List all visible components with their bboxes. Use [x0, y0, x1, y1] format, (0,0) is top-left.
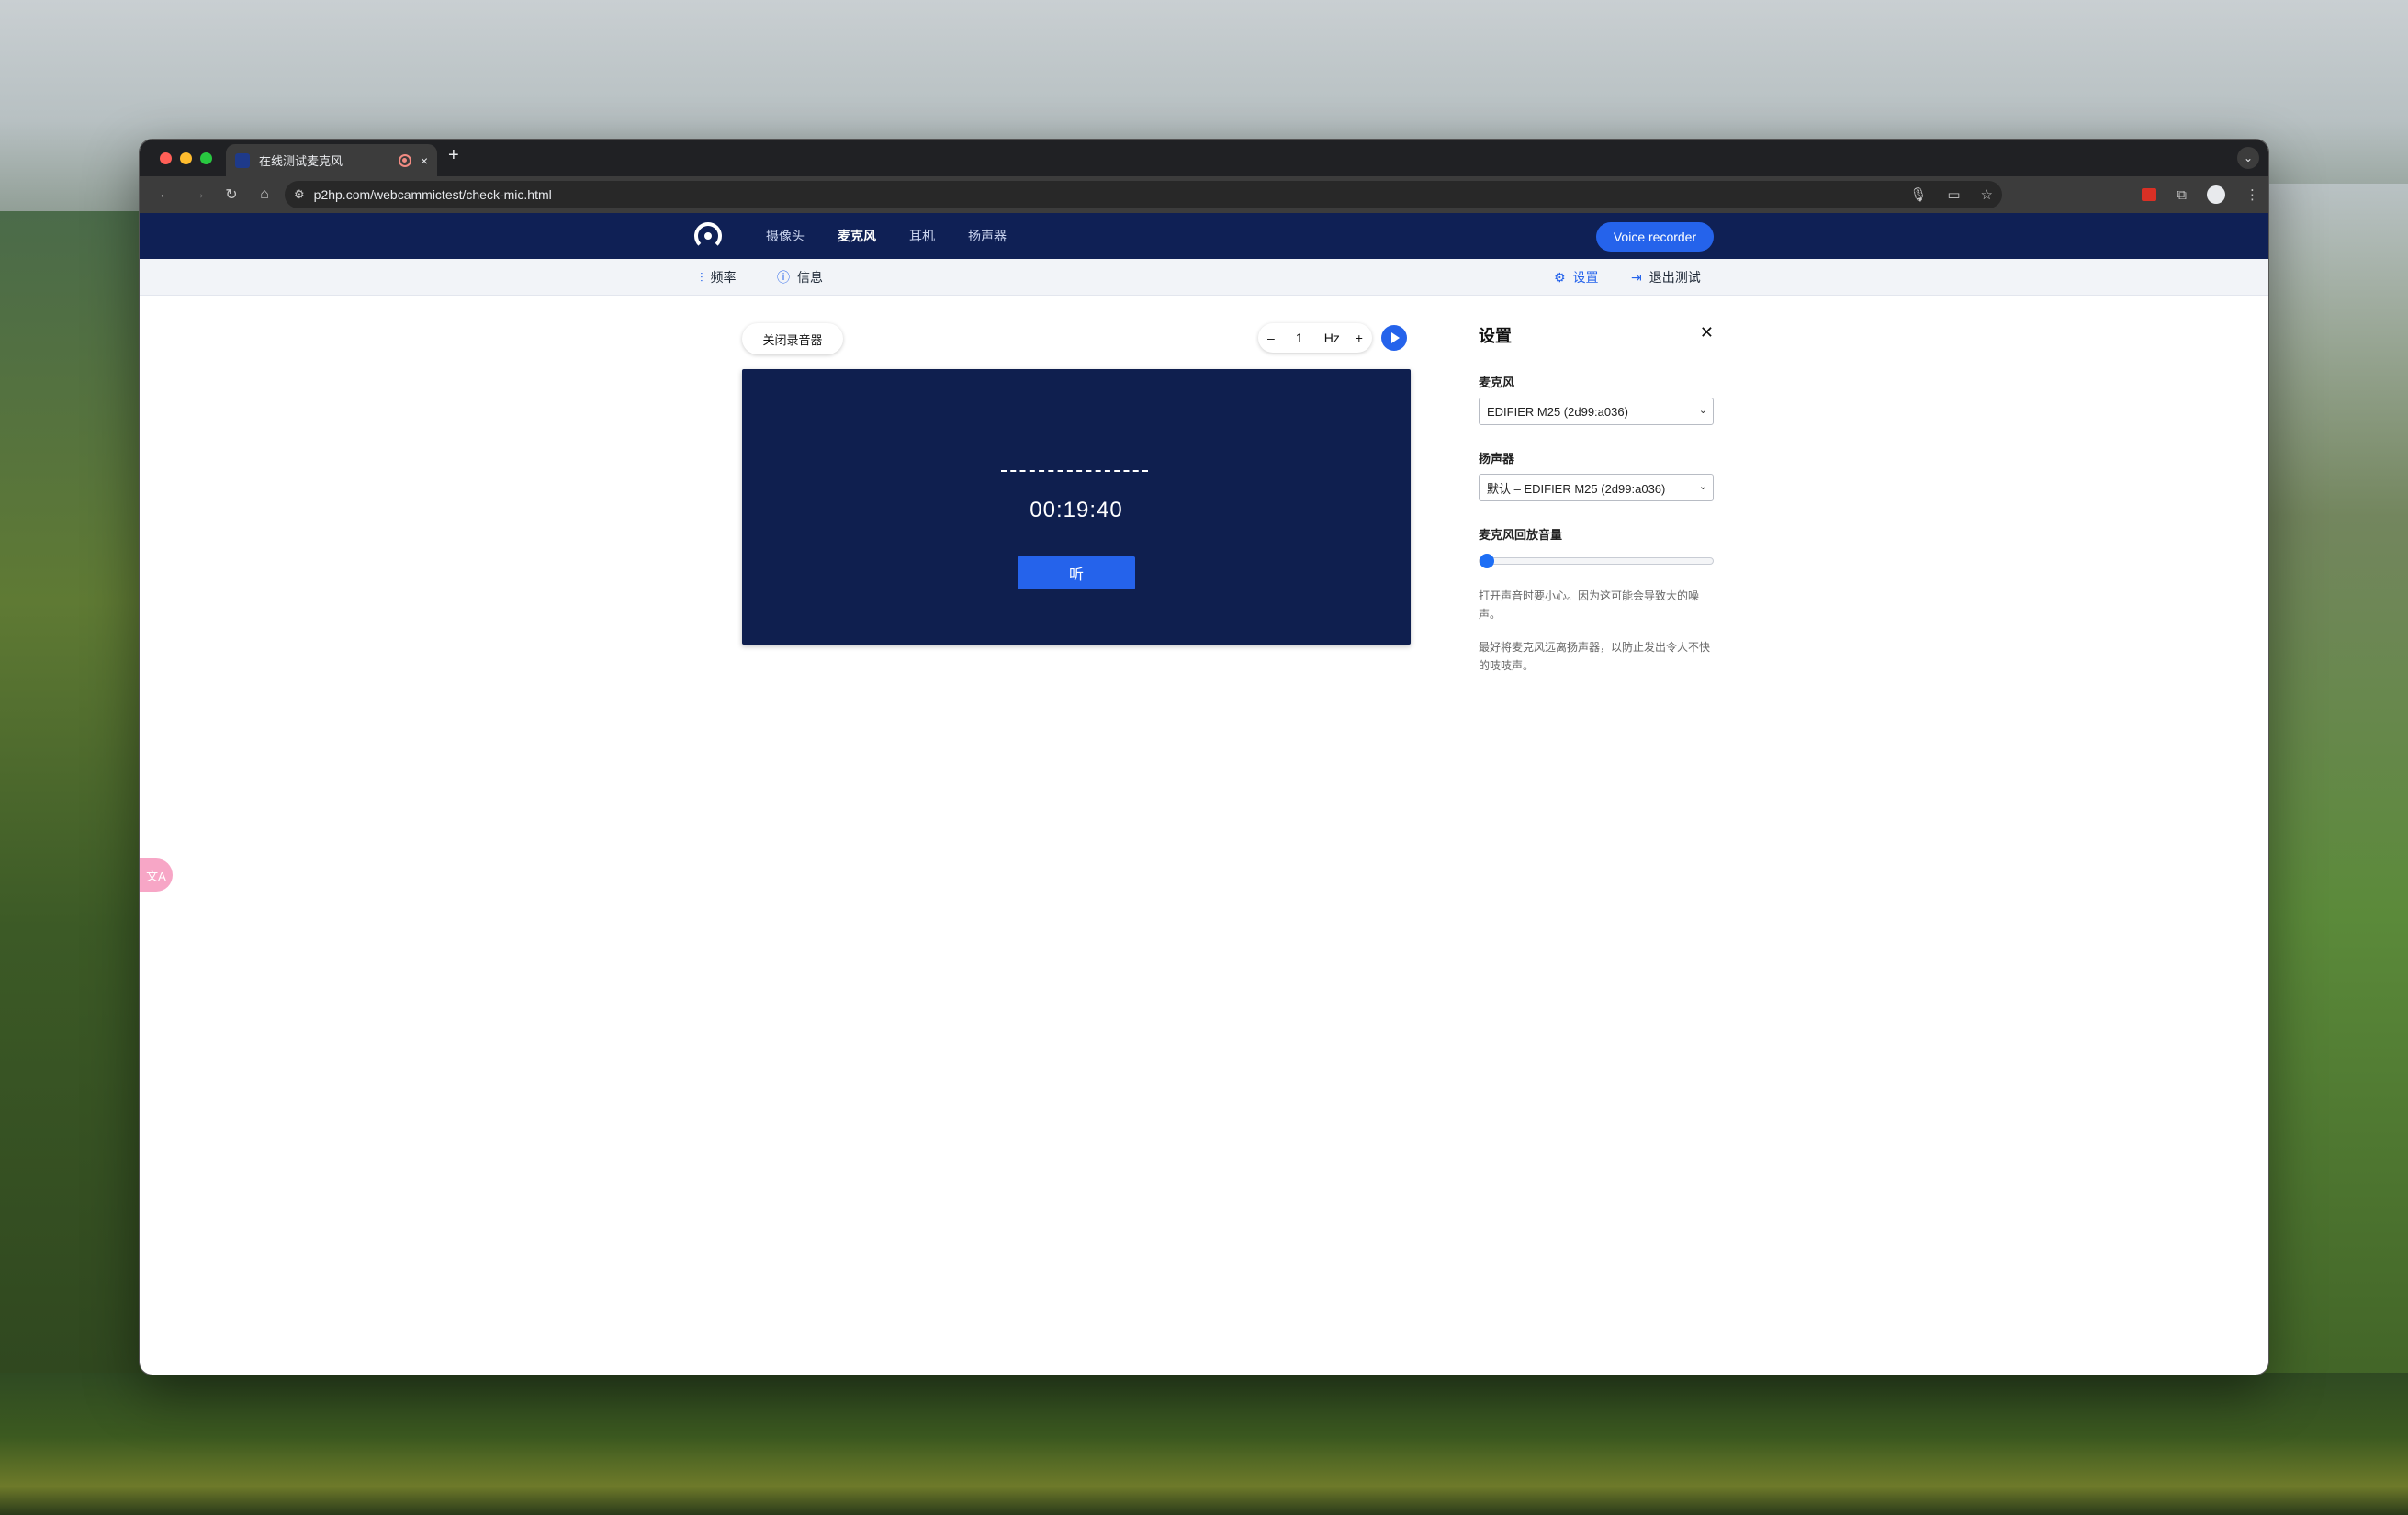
stepper-unit: Hz — [1323, 331, 1340, 345]
translate-icon[interactable]: 文A — [140, 858, 173, 892]
address-bar[interactable]: ⚙ p2hp.com/webcammictest/check-mic.html … — [285, 181, 2002, 208]
speaker-select-value: 默认 – EDIFIER M25 (2d99:a036) — [1487, 481, 1666, 496]
favicon-icon — [235, 152, 250, 168]
chevron-down-icon: ⌄ — [1698, 405, 1707, 416]
stepper-minus-button[interactable]: – — [1267, 331, 1275, 345]
browser-tab[interactable]: 在线测试麦克风 × — [226, 144, 437, 176]
playback-volume-label: 麦克风回放音量 — [1479, 528, 1563, 542]
listen-button[interactable]: 听 — [1018, 556, 1135, 589]
gear-icon: ⚙ — [1554, 269, 1566, 285]
settings-title: 设置 — [1479, 327, 1512, 345]
play-button[interactable] — [1381, 325, 1407, 351]
waveform-line — [1001, 470, 1148, 472]
voice-recorder-button[interactable]: Voice recorder — [1596, 222, 1714, 252]
mic-label: 麦克风 — [1479, 376, 1515, 389]
main-content: 关闭录音器 – 1 Hz + 00:19:40 听 设置 ✕ 麦克风 EDIFI… — [140, 296, 2268, 1375]
tab-close-button[interactable]: × — [421, 153, 428, 168]
recording-icon — [398, 153, 411, 167]
url-text[interactable]: p2hp.com/webcammictest/check-mic.html — [314, 187, 552, 202]
site-header: 摄像头 麦克风 耳机 扬声器 Voice recorder — [140, 213, 2268, 259]
speaker-select[interactable]: 默认 – EDIFIER M25 (2d99:a036) ⌄ — [1479, 474, 1714, 501]
site-logo[interactable] — [694, 222, 722, 250]
reload-button[interactable]: ↻ — [215, 181, 248, 208]
close-icon[interactable]: ✕ — [1700, 323, 1714, 342]
settings-label: 设置 — [1572, 270, 1599, 285]
forward-button[interactable]: → — [182, 181, 215, 208]
nav-headphones[interactable]: 耳机 — [909, 227, 935, 245]
minimize-window-button[interactable] — [180, 152, 192, 164]
chevron-down-icon: ⌄ — [1698, 481, 1707, 492]
cast-icon[interactable]: ▭ — [1947, 186, 1960, 203]
waveform-icon: ⫶ — [700, 269, 703, 285]
placement-note: 最好将麦克风远离扬声器，以防止发出令人不快的吱吱声。 — [1479, 641, 1711, 672]
nav-camera[interactable]: 摄像头 — [766, 227, 805, 245]
stepper-plus-button[interactable]: + — [1356, 331, 1363, 345]
slider-knob[interactable] — [1480, 554, 1494, 568]
home-button[interactable]: ⌂ — [248, 181, 281, 208]
browser-toolbar: ← → ↻ ⌂ ⚙ p2hp.com/webcammictest/check-m… — [140, 176, 2268, 213]
frequency-stepper: – 1 Hz + — [1258, 323, 1372, 353]
mic-select-value: EDIFIER M25 (2d99:a036) — [1487, 404, 1628, 419]
nav-speaker[interactable]: 扬声器 — [968, 227, 1007, 245]
maximize-window-button[interactable] — [200, 152, 212, 164]
menu-dots-icon[interactable]: ⋮ — [2245, 186, 2259, 203]
microphone-icon[interactable]: 🎙 — [1909, 186, 1927, 203]
browser-window: 在线测试麦克风 × + ⌄ ← → ↻ ⌂ ⚙ p2hp.com/webcamm… — [140, 140, 2268, 1375]
audio-visualizer: 00:19:40 听 — [742, 369, 1411, 645]
exit-icon: ⇥ — [1631, 269, 1642, 285]
settings-tab[interactable]: ⚙ 设置 — [1554, 259, 1599, 296]
back-button[interactable]: ← — [149, 181, 182, 208]
frequency-label: 频率 — [710, 270, 737, 285]
site-nav: 摄像头 麦克风 耳机 扬声器 — [766, 213, 1007, 259]
stepper-value[interactable]: 1 — [1290, 331, 1309, 345]
wallpaper-bottom — [0, 1373, 2408, 1515]
tab-strip: 在线测试麦克风 × + ⌄ — [140, 140, 2268, 176]
nav-microphone[interactable]: 麦克风 — [838, 227, 876, 245]
playback-volume-slider[interactable] — [1479, 554, 1714, 568]
info-tab[interactable]: ⓘ 信息 — [777, 259, 823, 296]
exit-test-tab[interactable]: ⇥ 退出测试 — [1631, 259, 1701, 296]
site-info-icon[interactable]: ⚙ — [294, 187, 305, 202]
warning-note: 打开声音时要小心。因为这可能会导致大的噪声。 — [1479, 589, 1700, 621]
bookmark-star-icon[interactable]: ☆ — [1981, 186, 1993, 203]
extension-icon[interactable] — [2142, 188, 2157, 201]
exit-label: 退出测试 — [1648, 270, 1701, 285]
speaker-label: 扬声器 — [1479, 452, 1515, 466]
info-label: 信息 — [797, 270, 823, 285]
wallpaper-right — [2261, 184, 2408, 1515]
tab-title: 在线测试麦克风 — [259, 154, 343, 168]
new-tab-button[interactable]: + — [448, 145, 459, 166]
window-controls — [160, 152, 212, 164]
mic-select[interactable]: EDIFIER M25 (2d99:a036) ⌄ — [1479, 398, 1714, 425]
settings-panel: 设置 ✕ 麦克风 EDIFIER M25 (2d99:a036) ⌄ 扬声器 默… — [1479, 323, 1716, 675]
frequency-tab[interactable]: ⫶ 频率 — [700, 259, 737, 296]
extensions-puzzle-icon[interactable]: ⧉ — [2177, 187, 2187, 203]
close-window-button[interactable] — [160, 152, 172, 164]
tab-search-button[interactable]: ⌄ — [2237, 147, 2259, 169]
info-icon: ⓘ — [777, 270, 790, 285]
sub-header: ⫶ 频率 ⓘ 信息 ⚙ 设置 ⇥ 退出测试 — [140, 259, 2268, 296]
recording-timer: 00:19:40 — [1030, 498, 1123, 522]
close-recorder-button[interactable]: 关闭录音器 — [742, 323, 843, 354]
profile-avatar[interactable] — [2207, 185, 2225, 204]
